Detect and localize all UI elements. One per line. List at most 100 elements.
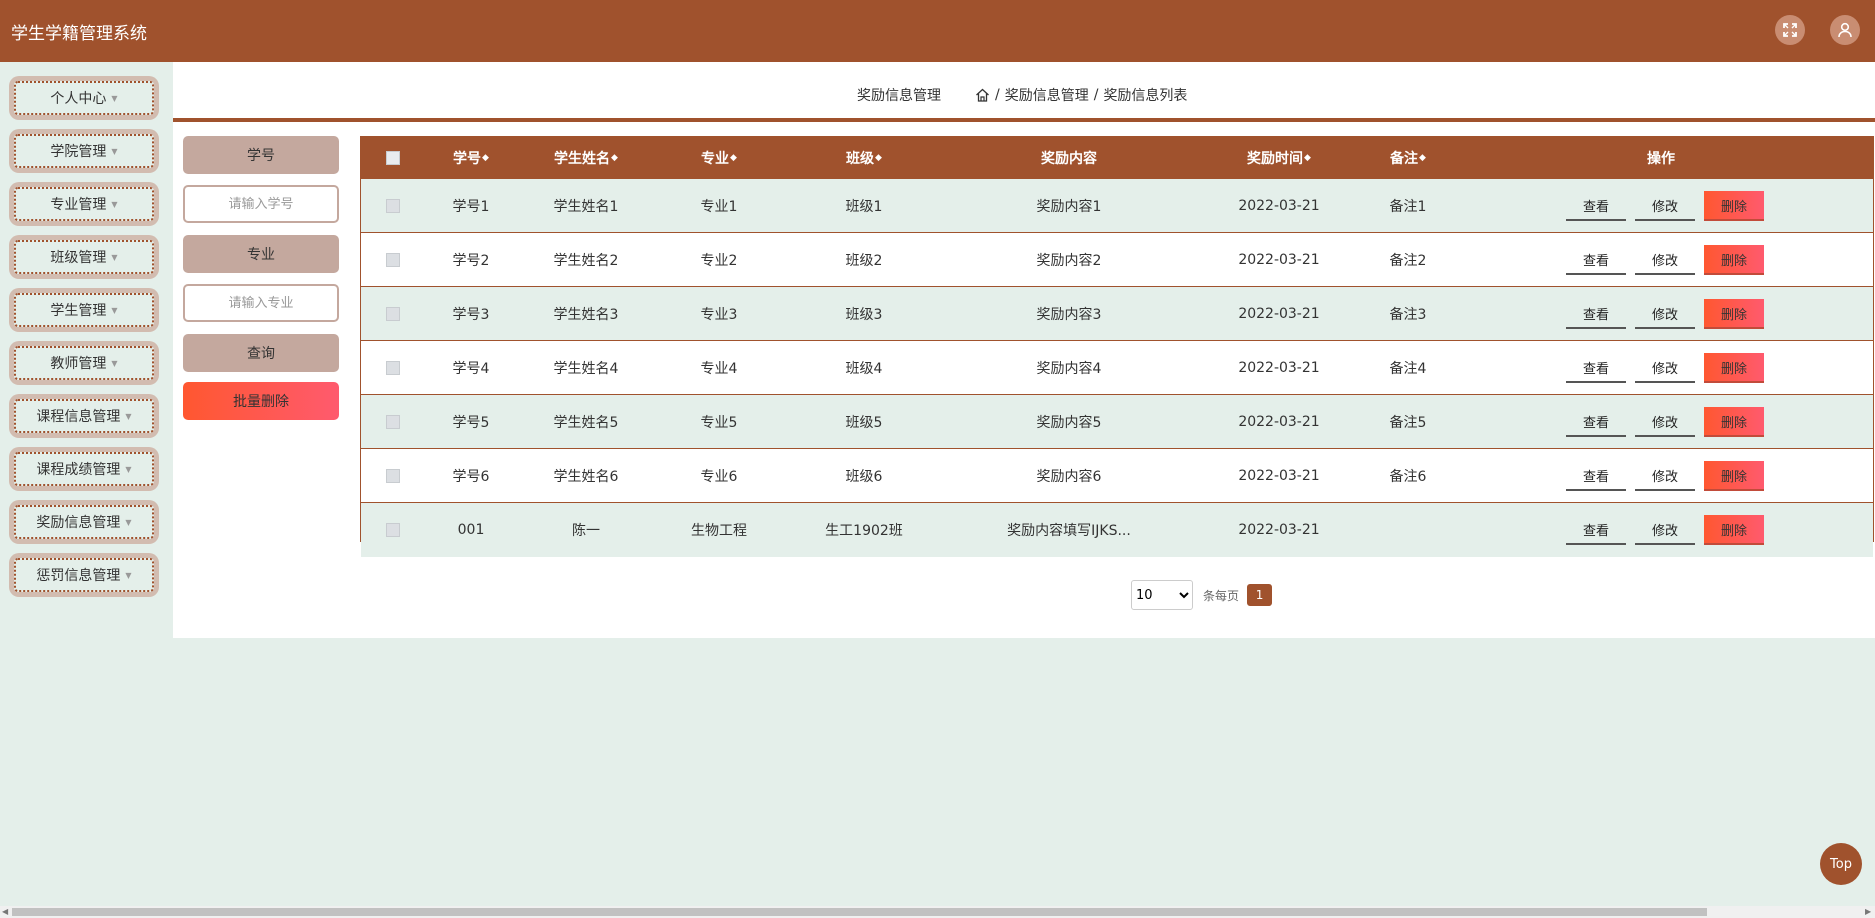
- breadcrumb-item[interactable]: 奖励信息管理: [1005, 85, 1089, 105]
- view-button[interactable]: 查看: [1566, 461, 1626, 491]
- cell-time: 2022-03-21: [1238, 197, 1320, 214]
- edit-button[interactable]: 修改: [1635, 191, 1695, 221]
- page-size-select[interactable]: 10: [1131, 580, 1193, 610]
- row-checkbox[interactable]: [386, 233, 400, 286]
- delete-button[interactable]: 删除: [1704, 461, 1764, 491]
- cell-content: 奖励内容2: [1036, 252, 1102, 269]
- cell-class: 生工1902班: [825, 523, 903, 539]
- edit-button[interactable]: 修改: [1635, 461, 1695, 491]
- table-row: 学号5 学生姓名5 专业5 班级5 奖励内容5 2022-03-21 备注5 查看 修改 删除: [361, 395, 1873, 449]
- sidebar-item[interactable]: 班级管理 ▼: [9, 235, 159, 279]
- sidebar-item[interactable]: 教师管理 ▼: [9, 341, 159, 385]
- home-icon[interactable]: [975, 88, 990, 102]
- sort-icon[interactable]: ◆: [611, 153, 618, 163]
- sidebar-item[interactable]: 课程成绩管理 ▼: [9, 447, 159, 491]
- column-header-class[interactable]: 班级 ◆: [846, 137, 882, 179]
- column-header-remark[interactable]: 备注 ◆: [1390, 137, 1426, 179]
- sort-icon[interactable]: ◆: [1304, 153, 1311, 163]
- chevron-down-icon: ▼: [125, 464, 132, 474]
- column-header-student-name[interactable]: 学生姓名 ◆: [554, 137, 618, 179]
- cell-student-no: 学号5: [452, 414, 490, 431]
- sidebar-item[interactable]: 奖励信息管理 ▼: [9, 500, 159, 544]
- chevron-down-icon: ▼: [111, 252, 118, 262]
- row-checkbox[interactable]: [386, 179, 400, 232]
- fullscreen-icon[interactable]: [1775, 15, 1805, 45]
- sidebar-item[interactable]: 专业管理 ▼: [9, 182, 159, 226]
- sidebar-item-label: 课程信息管理: [36, 409, 121, 425]
- column-header-time[interactable]: 奖励时间 ◆: [1247, 137, 1311, 179]
- delete-button[interactable]: 删除: [1704, 407, 1764, 437]
- major-label: 专业: [183, 235, 339, 273]
- view-button[interactable]: 查看: [1566, 245, 1626, 275]
- sidebar-item-label: 奖励信息管理: [36, 515, 121, 531]
- view-button[interactable]: 查看: [1566, 515, 1626, 545]
- scroll-right-icon[interactable]: ▶: [1865, 906, 1871, 918]
- view-button[interactable]: 查看: [1566, 353, 1626, 383]
- view-button[interactable]: 查看: [1566, 299, 1626, 329]
- sidebar-item[interactable]: 课程信息管理 ▼: [9, 394, 159, 438]
- view-button[interactable]: 查看: [1566, 191, 1626, 221]
- student-no-input[interactable]: [183, 185, 339, 223]
- breadcrumb-item: 奖励信息列表: [1103, 88, 1188, 104]
- row-checkbox[interactable]: [386, 341, 400, 394]
- horizontal-scrollbar[interactable]: ◀ ▶: [0, 906, 1875, 918]
- delete-button[interactable]: 删除: [1704, 299, 1764, 329]
- row-checkbox[interactable]: [386, 287, 400, 340]
- cell-major: 专业3: [700, 306, 738, 323]
- sort-icon[interactable]: ◆: [875, 153, 882, 163]
- edit-button[interactable]: 修改: [1635, 245, 1695, 275]
- select-all-checkbox[interactable]: [386, 137, 400, 179]
- cell-remark: 备注1: [1389, 198, 1427, 215]
- sidebar-item-inner: 个人中心 ▼: [14, 81, 154, 115]
- edit-button[interactable]: 修改: [1635, 515, 1695, 545]
- sidebar-item[interactable]: 学生管理 ▼: [9, 288, 159, 332]
- chevron-down-icon: ▼: [111, 305, 118, 315]
- sort-icon[interactable]: ◆: [482, 153, 489, 163]
- sidebar-item[interactable]: 惩罚信息管理 ▼: [9, 553, 159, 597]
- row-checkbox[interactable]: [386, 449, 400, 502]
- cell-class: 班级6: [845, 468, 883, 485]
- cell-content: 奖励内容5: [1036, 414, 1102, 431]
- batch-delete-button[interactable]: 批量删除: [183, 382, 339, 420]
- delete-button[interactable]: 删除: [1704, 353, 1764, 383]
- sidebar-item-inner: 班级管理 ▼: [14, 240, 154, 274]
- user-icon[interactable]: [1830, 15, 1860, 45]
- edit-button[interactable]: 修改: [1635, 353, 1695, 383]
- delete-button[interactable]: 删除: [1704, 515, 1764, 545]
- sidebar-item[interactable]: 个人中心 ▼: [9, 76, 159, 120]
- sidebar-item-label: 学院管理: [50, 144, 107, 160]
- view-button[interactable]: 查看: [1566, 407, 1626, 437]
- cell-student-no: 学号1: [452, 198, 490, 215]
- table-row: 学号4 学生姓名4 专业4 班级4 奖励内容4 2022-03-21 备注4 查看 修改 删除: [361, 341, 1873, 395]
- sort-icon[interactable]: ◆: [1419, 153, 1426, 163]
- delete-button[interactable]: 删除: [1704, 245, 1764, 275]
- row-checkbox[interactable]: [386, 503, 400, 557]
- row-checkbox[interactable]: [386, 395, 400, 448]
- sidebar-item-label: 班级管理: [50, 250, 107, 266]
- scroll-left-icon[interactable]: ◀: [2, 906, 8, 918]
- sidebar-item-inner: 学生管理 ▼: [14, 293, 154, 327]
- sidebar-item-inner: 课程信息管理 ▼: [14, 399, 154, 433]
- column-header-student-no[interactable]: 学号 ◆: [453, 137, 489, 179]
- edit-button[interactable]: 修改: [1635, 407, 1695, 437]
- cell-major: 专业1: [700, 198, 738, 215]
- back-to-top-button[interactable]: Top: [1820, 843, 1862, 885]
- sidebar-item[interactable]: 学院管理 ▼: [9, 129, 159, 173]
- sidebar-item-label: 个人中心: [50, 91, 107, 107]
- edit-button[interactable]: 修改: [1635, 299, 1695, 329]
- major-input[interactable]: [183, 284, 339, 322]
- sort-icon[interactable]: ◆: [730, 153, 737, 163]
- sidebar-item-label: 学生管理: [50, 303, 107, 319]
- page-number[interactable]: 1: [1247, 584, 1273, 606]
- search-button[interactable]: 查询: [183, 334, 339, 372]
- delete-button[interactable]: 删除: [1704, 191, 1764, 221]
- page-title: 奖励信息管理: [857, 88, 941, 104]
- cell-content: 奖励内容4: [1036, 360, 1102, 377]
- cell-remark: 备注5: [1389, 414, 1427, 431]
- cell-student-name: 学生姓名4: [553, 360, 619, 377]
- chevron-down-icon: ▼: [111, 358, 118, 368]
- scrollbar-thumb[interactable]: [12, 908, 1707, 916]
- cell-student-name: 学生姓名2: [553, 252, 619, 269]
- per-page-label: 条每页: [1203, 588, 1240, 603]
- column-header-major[interactable]: 专业 ◆: [701, 137, 737, 179]
